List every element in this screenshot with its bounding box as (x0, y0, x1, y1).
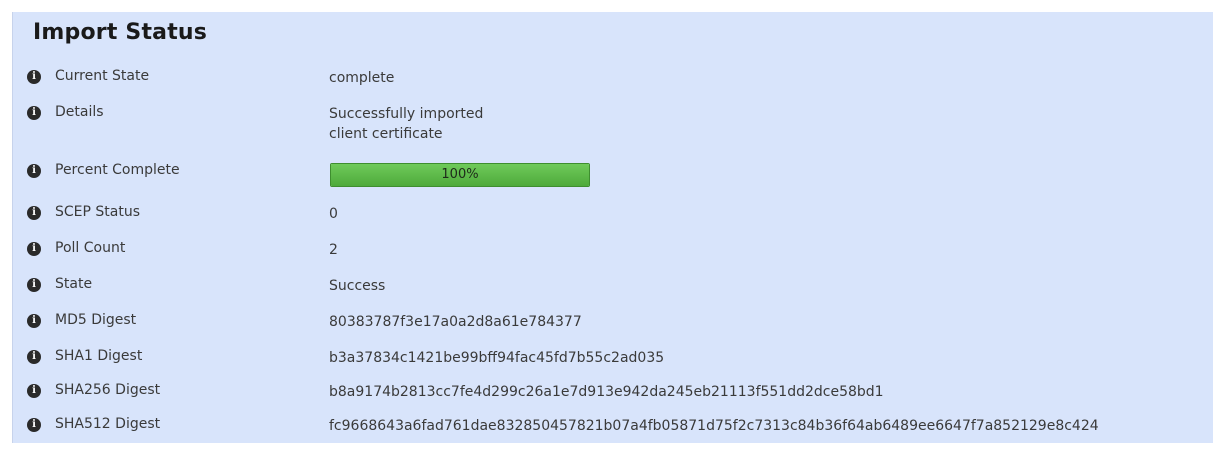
row-label: SHA512 Digest (55, 416, 161, 432)
details-line-1: Successfully imported (329, 106, 484, 122)
row-label: Current State (55, 68, 150, 84)
info-icon[interactable]: i (27, 418, 41, 432)
progress-bar: 100% (330, 163, 590, 187)
row-poll-count: i Poll Count 2 (13, 236, 1213, 266)
info-icon[interactable]: i (27, 70, 41, 84)
row-value: fc9668643a6fad761dae832850457821b07a4fb0… (329, 418, 1099, 434)
row-details: i Details Successfully imported client c… (13, 100, 1213, 148)
row-label: MD5 Digest (55, 312, 137, 328)
row-sha512-digest: i SHA512 Digest fc9668643a6fad761dae8328… (13, 412, 1213, 442)
row-scep-status: i SCEP Status 0 (13, 200, 1213, 230)
progress-text: 100% (441, 167, 479, 182)
row-state: i State Success (13, 272, 1213, 302)
row-label: Poll Count (55, 240, 126, 256)
info-icon[interactable]: i (27, 350, 41, 364)
info-icon[interactable]: i (27, 242, 41, 256)
info-icon[interactable]: i (27, 164, 41, 178)
row-label: SHA1 Digest (55, 348, 143, 364)
details-line-2: client certificate (329, 126, 443, 142)
row-value: b8a9174b2813cc7fe4d299c26a1e7d913e942da2… (329, 384, 884, 400)
row-sha256-digest: i SHA256 Digest b8a9174b2813cc7fe4d299c2… (13, 378, 1213, 408)
row-label: Percent Complete (55, 162, 180, 178)
info-icon[interactable]: i (27, 278, 41, 292)
row-value: Successfully imported client certificate (329, 104, 483, 144)
row-value: b3a37834c1421be99bff94fac45fd7b55c2ad035 (329, 350, 665, 366)
row-current-state: i Current State complete (13, 64, 1213, 94)
row-label: Details (55, 104, 104, 120)
row-percent-complete: i Percent Complete 100% (13, 158, 1213, 188)
row-md5-digest: i MD5 Digest 80383787f3e17a0a2d8a61e7843… (13, 308, 1213, 338)
row-label: State (55, 276, 93, 292)
row-value: complete (329, 70, 395, 86)
info-icon[interactable]: i (27, 314, 41, 328)
info-icon[interactable]: i (27, 106, 41, 120)
row-label: SCEP Status (55, 204, 141, 220)
info-icon[interactable]: i (27, 384, 41, 398)
section-title: Import Status (33, 20, 208, 45)
row-value: 2 (329, 242, 338, 258)
row-label: SHA256 Digest (55, 382, 161, 398)
row-value: 0 (329, 206, 338, 222)
row-value: Success (329, 278, 386, 294)
row-sha1-digest: i SHA1 Digest b3a37834c1421be99bff94fac4… (13, 344, 1213, 374)
info-icon[interactable]: i (27, 206, 41, 220)
import-status-panel: Import Status i Current State complete i… (12, 12, 1213, 443)
row-value: 80383787f3e17a0a2d8a61e784377 (329, 314, 582, 330)
